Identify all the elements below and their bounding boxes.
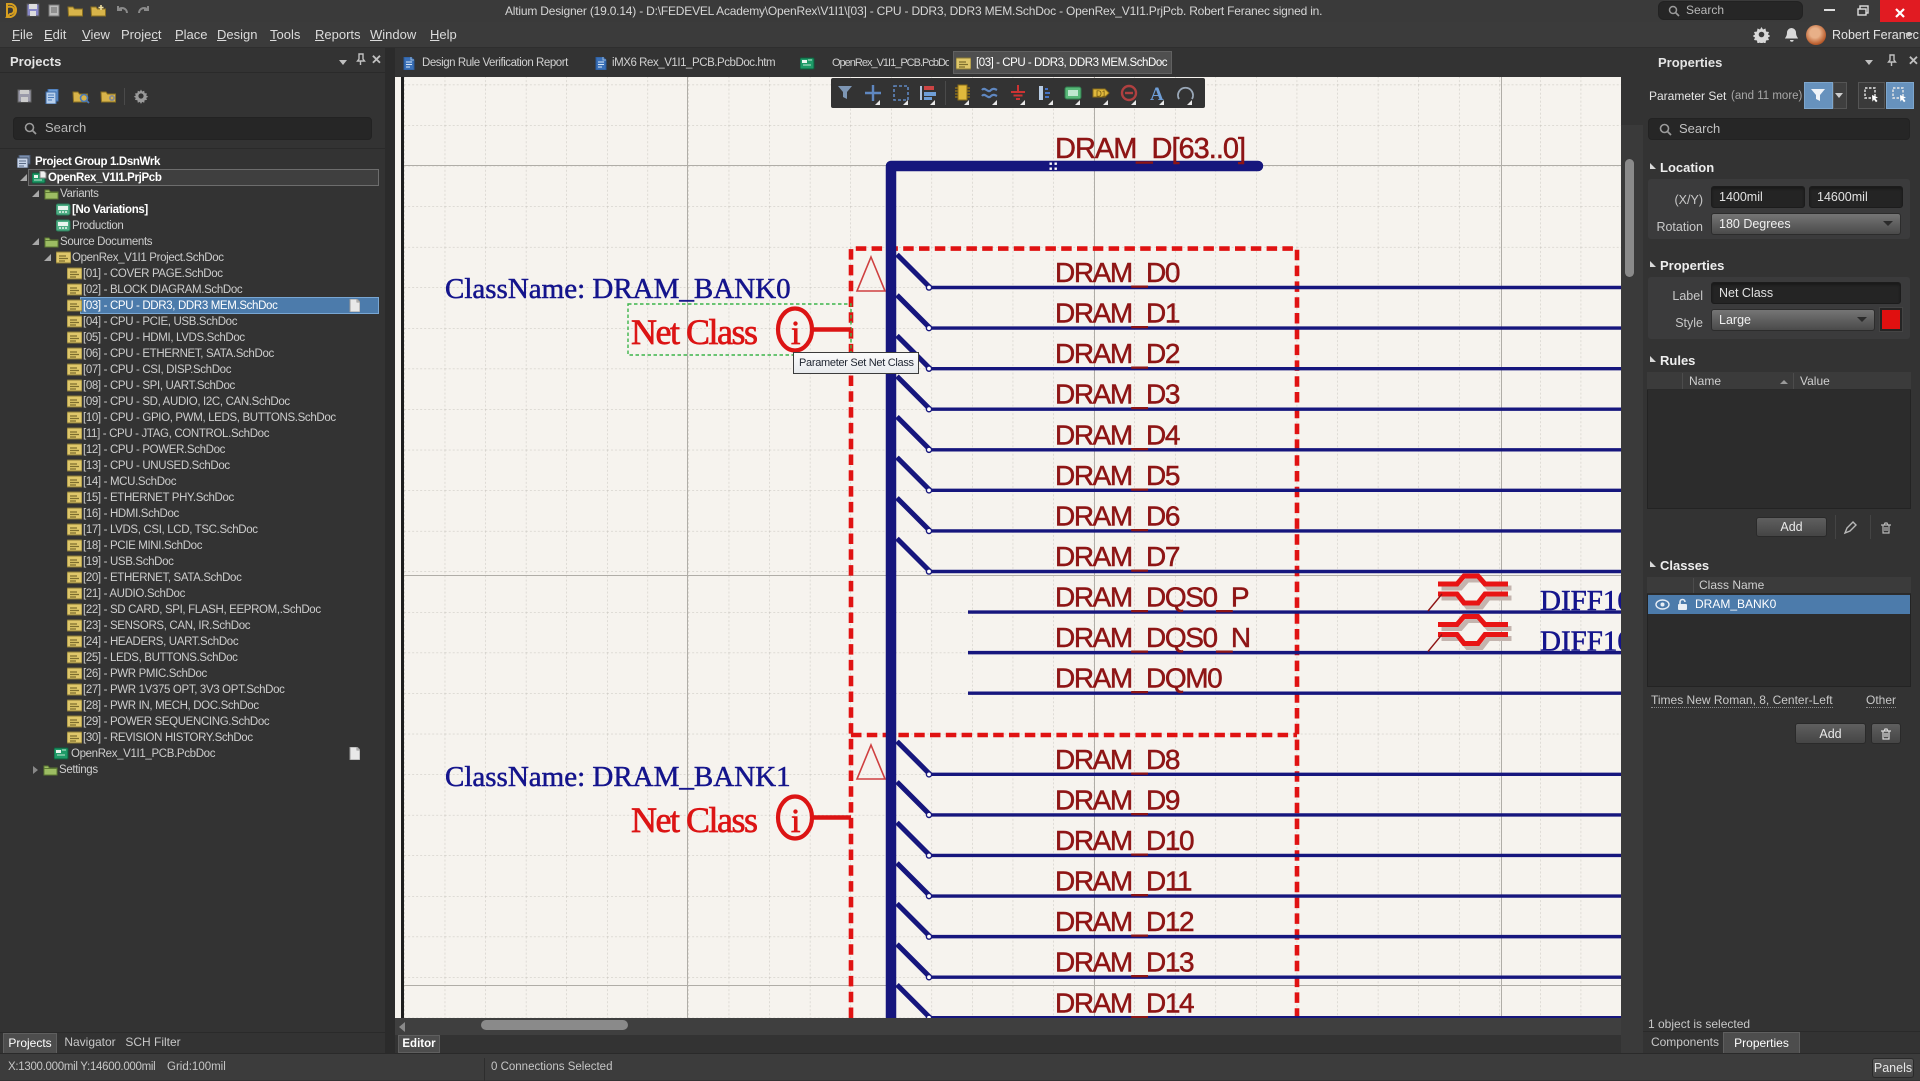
svg-text:DRAM_D4: DRAM_D4 <box>1055 419 1180 450</box>
svg-text:DRAM_D11: DRAM_D11 <box>1055 866 1192 897</box>
svg-text:ClassName: DRAM_BANK0: ClassName: DRAM_BANK0 <box>445 273 791 305</box>
svg-text:i: i <box>791 803 800 840</box>
svg-text:D1: D1 <box>1096 90 1107 99</box>
svg-text:DRAM_D3: DRAM_D3 <box>1055 379 1180 410</box>
svg-text:DIFF10: DIFF10 <box>1540 626 1621 658</box>
svg-text:DRAM_D9: DRAM_D9 <box>1055 784 1180 815</box>
svg-text:DRAM_DQS0_P: DRAM_DQS0_P <box>1055 582 1249 613</box>
svg-text:i: i <box>791 315 800 352</box>
svg-text:ClassName: DRAM_BANK1: ClassName: DRAM_BANK1 <box>445 761 791 793</box>
svg-text:DRAM_D13: DRAM_D13 <box>1055 947 1194 978</box>
svg-text:Net Class: Net Class <box>631 800 757 840</box>
svg-text:DRAM_D[63..0]: DRAM_D[63..0] <box>1055 133 1245 165</box>
svg-text:DRAM_DQS0_N: DRAM_DQS0_N <box>1055 622 1250 653</box>
svg-text:DRAM_D12: DRAM_D12 <box>1055 906 1194 937</box>
svg-text:DRAM_D7: DRAM_D7 <box>1055 541 1180 572</box>
svg-text:DRAM_D0: DRAM_D0 <box>1055 257 1180 288</box>
svg-text:DRAM_D5: DRAM_D5 <box>1055 460 1180 491</box>
svg-text:DRAM_D1: DRAM_D1 <box>1055 298 1180 329</box>
svg-text:DRAM_D2: DRAM_D2 <box>1055 338 1180 369</box>
svg-text:DRAM_D14: DRAM_D14 <box>1055 987 1194 1018</box>
svg-text:DRAM_D8: DRAM_D8 <box>1055 744 1180 775</box>
svg-text:Net Class: Net Class <box>631 312 757 352</box>
svg-text:DIFF10: DIFF10 <box>1540 585 1621 617</box>
svg-text:DRAM_DQM0: DRAM_DQM0 <box>1055 663 1222 694</box>
svg-text:DRAM_D6: DRAM_D6 <box>1055 500 1180 531</box>
svg-text:DRAM_D10: DRAM_D10 <box>1055 825 1194 856</box>
